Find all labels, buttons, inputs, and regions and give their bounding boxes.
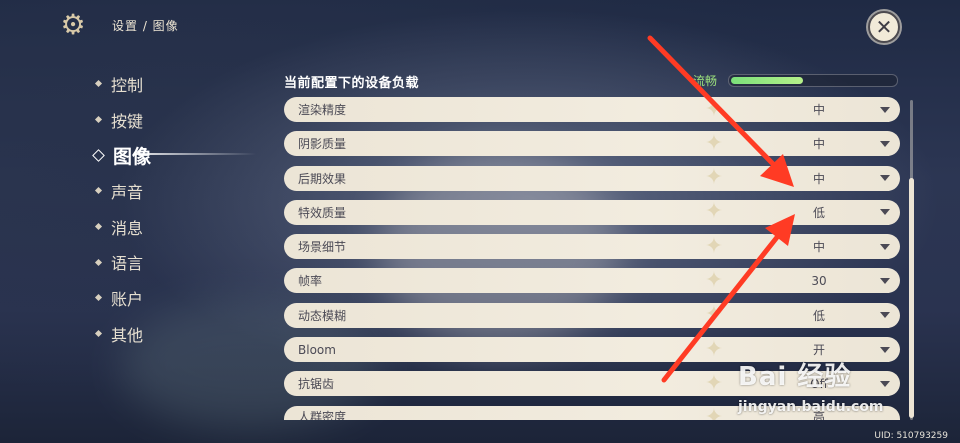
red-arrowhead-up (765, 214, 795, 246)
watermark-site: jingyan.baidu.com (738, 399, 884, 415)
red-arrow-down (647, 35, 778, 169)
watermark: Bai 经验 jingyan.baidu.com (738, 356, 884, 415)
watermark-brand: Bai 经验 (738, 362, 852, 392)
settings-screen: ⚙ 设置 / 图像 ✕ 控制 按键 图像 声音 消息 语言 账户 其他 当前配置下的设备负载 … (0, 0, 960, 443)
uid-label: UID: 510793259 (874, 431, 948, 441)
